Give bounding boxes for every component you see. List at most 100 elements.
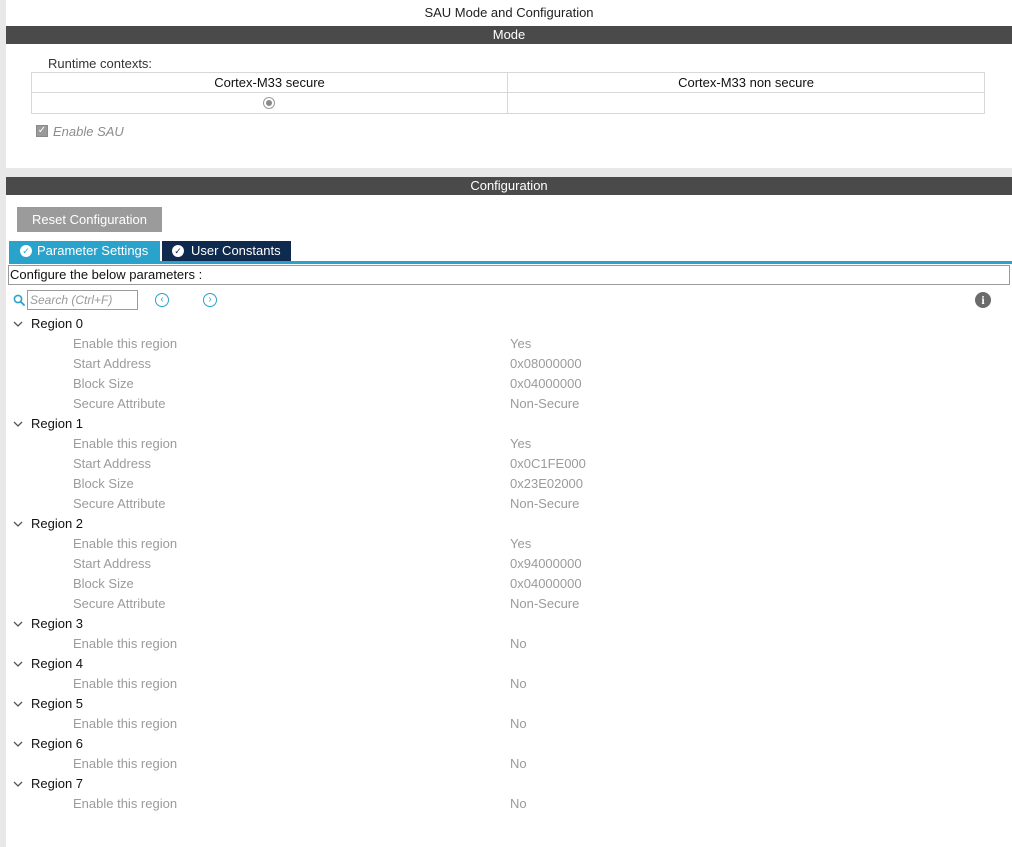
chevron-down-icon[interactable] (13, 699, 23, 709)
parameter-name: Enable this region (73, 756, 178, 771)
region-group[interactable]: Region 7 (0, 774, 1012, 794)
parameter-value: No (510, 636, 527, 651)
parameter-value: 0x04000000 (510, 576, 582, 591)
runtime-contexts-label: Runtime contexts: (48, 56, 153, 71)
configure-parameters-label: Configure the below parameters : (8, 265, 1010, 285)
parameter-name: Start Address (73, 456, 152, 471)
parameter-value: 0x08000000 (510, 356, 582, 371)
check-circle-icon: ✓ (172, 245, 184, 257)
parameter-name: Block Size (73, 476, 134, 491)
enable-sau-checkbox[interactable]: ✓ (36, 125, 48, 137)
chevron-down-icon[interactable] (13, 319, 23, 329)
parameter-name: Enable this region (73, 536, 178, 551)
region-label: Region 7 (31, 776, 84, 791)
parameter-name: Secure Attribute (73, 596, 166, 611)
region-group[interactable]: Region 5 (0, 694, 1012, 714)
parameter-row[interactable]: Enable this region No (0, 714, 1012, 734)
parameter-row[interactable]: Enable this region Yes (0, 334, 1012, 354)
parameter-row[interactable]: Secure Attribute Non-Secure (0, 394, 1012, 414)
region-label: Region 0 (31, 316, 84, 331)
parameter-value: Yes (510, 536, 532, 551)
context-cell-non-secure (508, 93, 984, 113)
parameter-tree: Region 0 Enable this region Yes Start Addre… (0, 314, 1012, 814)
parameter-value: Yes (510, 436, 532, 451)
chevron-down-icon[interactable] (13, 739, 23, 749)
parameter-name: Block Size (73, 576, 134, 591)
region-label: Region 5 (31, 696, 84, 711)
parameter-value: No (510, 716, 527, 731)
configuration-section-header: Configuration (6, 177, 1012, 195)
parameter-row[interactable]: Start Address 0x0C1FE000 (0, 454, 1012, 474)
parameter-name: Enable this region (73, 636, 178, 651)
parameter-value: 0x0C1FE000 (510, 456, 586, 471)
parameter-value: No (510, 796, 527, 811)
parameter-row[interactable]: Enable this region No (0, 794, 1012, 814)
parameter-row[interactable]: Block Size 0x23E02000 (0, 474, 1012, 494)
parameter-name: Enable this region (73, 796, 178, 811)
parameter-name: Start Address (73, 356, 152, 371)
tab-user-constants-label: User Constants (191, 243, 281, 258)
parameter-name: Block Size (73, 376, 134, 391)
parameter-row[interactable]: Enable this region No (0, 634, 1012, 654)
parameter-value: 0x94000000 (510, 556, 582, 571)
enable-sau-option[interactable]: ✓ Enable SAU (36, 123, 124, 139)
context-secure-radio[interactable] (263, 97, 275, 109)
runtime-contexts-table: Cortex-M33 secure Cortex-M33 non secure (31, 72, 985, 114)
parameter-row[interactable]: Enable this region No (0, 674, 1012, 694)
region-label: Region 2 (31, 516, 84, 531)
parameter-value: No (510, 676, 527, 691)
region-group[interactable]: Region 0 (0, 314, 1012, 334)
parameter-row[interactable]: Secure Attribute Non-Secure (0, 494, 1012, 514)
search-icon[interactable] (13, 294, 25, 306)
search-input[interactable] (27, 290, 138, 310)
region-label: Region 1 (31, 416, 84, 431)
parameter-row[interactable]: Block Size 0x04000000 (0, 574, 1012, 594)
tab-underline (9, 261, 1012, 264)
parameter-name: Start Address (73, 556, 152, 571)
check-circle-icon: ✓ (20, 245, 32, 257)
parameter-value: 0x23E02000 (510, 476, 584, 491)
chevron-down-icon[interactable] (13, 779, 23, 789)
chevron-down-icon[interactable] (13, 659, 23, 669)
tab-user-constants[interactable]: ✓ User Constants (162, 241, 291, 261)
region-group[interactable]: Region 6 (0, 734, 1012, 754)
parameter-value: 0x04000000 (510, 376, 582, 391)
chevron-down-icon[interactable] (13, 619, 23, 629)
region-label: Region 3 (31, 616, 84, 631)
parameter-row[interactable]: Secure Attribute Non-Secure (0, 594, 1012, 614)
parameter-row[interactable]: Start Address 0x08000000 (0, 354, 1012, 374)
parameter-name: Enable this region (73, 716, 178, 731)
parameter-name: Enable this region (73, 676, 178, 691)
chevron-down-icon[interactable] (13, 519, 23, 529)
region-group[interactable]: Region 3 (0, 614, 1012, 634)
context-cell-secure (32, 93, 508, 113)
parameter-row[interactable]: Enable this region No (0, 754, 1012, 774)
parameter-row[interactable]: Enable this region Yes (0, 534, 1012, 554)
region-group[interactable]: Region 4 (0, 654, 1012, 674)
chevron-down-icon[interactable] (13, 419, 23, 429)
region-group[interactable]: Region 2 (0, 514, 1012, 534)
parameter-name: Enable this region (73, 436, 178, 451)
enable-sau-label: Enable SAU (53, 123, 124, 139)
parameter-value: Non-Secure (510, 596, 580, 611)
reset-configuration-button[interactable]: Reset Configuration (17, 207, 162, 232)
parameter-row[interactable]: Block Size 0x04000000 (0, 374, 1012, 394)
chevron-left-circle-icon[interactable]: ‹ (155, 293, 169, 307)
tab-parameter-settings[interactable]: ✓ Parameter Settings (9, 241, 160, 261)
parameter-row[interactable]: Start Address 0x94000000 (0, 554, 1012, 574)
section-divider (0, 168, 1012, 177)
chevron-right-circle-icon[interactable]: › (203, 293, 217, 307)
page-title: SAU Mode and Configuration (424, 5, 594, 20)
parameter-row[interactable]: Enable this region Yes (0, 434, 1012, 454)
parameter-name: Enable this region (73, 336, 178, 351)
context-header-non-secure: Cortex-M33 non secure (508, 73, 984, 93)
context-header-secure: Cortex-M33 secure (32, 73, 508, 93)
parameter-value: Yes (510, 336, 532, 351)
parameter-value: No (510, 756, 527, 771)
region-label: Region 6 (31, 736, 84, 751)
region-label: Region 4 (31, 656, 84, 671)
parameter-value: Non-Secure (510, 496, 580, 511)
region-group[interactable]: Region 1 (0, 414, 1012, 434)
info-icon[interactable]: i (975, 292, 991, 308)
parameter-name: Secure Attribute (73, 396, 166, 411)
